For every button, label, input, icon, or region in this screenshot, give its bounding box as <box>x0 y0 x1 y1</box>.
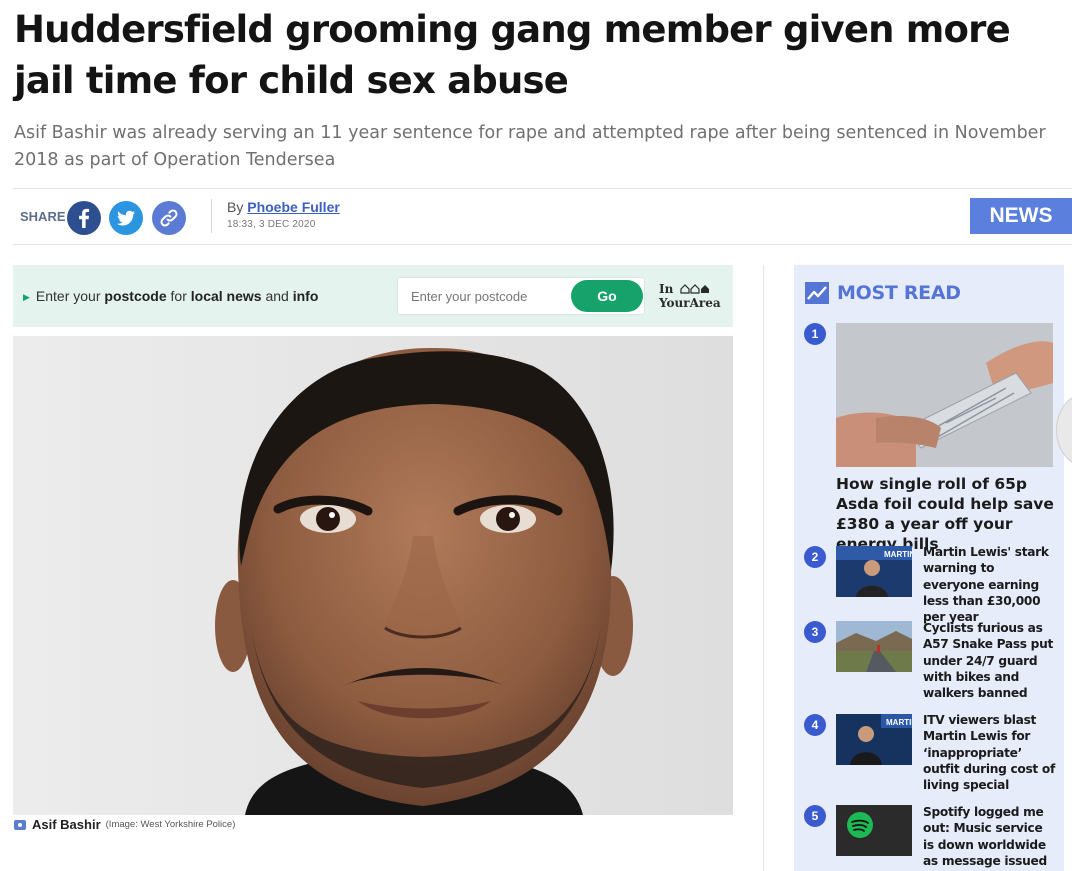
most-read-header: MOST READ <box>804 281 961 305</box>
link-icon <box>160 209 178 227</box>
postcode-prompt: ▶ Enter your postcode for local news and … <box>23 288 319 304</box>
rank-badge: 5 <box>804 805 826 827</box>
most-read-thumbnail[interactable]: MARTIN <box>836 546 912 597</box>
rank-badge: 2 <box>804 546 826 568</box>
camera-icon <box>14 819 26 830</box>
share-label: SHARE <box>20 209 66 224</box>
tv-presenter-photo: MARTIN <box>836 546 912 597</box>
mountain-road-photo <box>836 621 912 672</box>
most-read-item-title[interactable]: Martin Lewis' stark warning to everyone … <box>923 544 1057 625</box>
most-read-panel: MOST READ 1 How single roll of 65p Asda … <box>794 265 1064 871</box>
most-read-title: MOST READ <box>837 282 961 304</box>
svg-text:MARTIN: MARTIN <box>884 550 912 559</box>
foil-photo <box>836 323 1053 467</box>
twitter-icon <box>117 210 135 226</box>
facebook-share-button[interactable] <box>67 201 101 235</box>
most-read-lead-image[interactable] <box>836 323 1053 467</box>
rank-badge: 4 <box>804 714 826 736</box>
trending-chart-icon <box>805 282 829 304</box>
article-headline: Huddersfield grooming gang member given … <box>14 8 1011 102</box>
publish-timestamp: 18:33, 3 DEC 2020 <box>227 219 316 230</box>
mugshot-photo <box>13 336 733 815</box>
triangle-right-icon: ▶ <box>23 292 30 302</box>
article-standfirst: Asif Bashir was already serving an 11 ye… <box>14 123 1046 170</box>
most-read-item-title[interactable]: ITV viewers blast Martin Lewis for ‘inap… <box>923 712 1057 793</box>
rank-badge: 1 <box>804 323 826 345</box>
image-caption: Asif Bashir (Image: West Yorkshire Polic… <box>14 817 235 832</box>
article-hero-image[interactable] <box>13 336 733 815</box>
most-read-item-title[interactable]: How single roll of 65p Asda foil could h… <box>836 474 1056 554</box>
byline: By Phoebe Fuller <box>227 199 340 215</box>
most-read-thumbnail[interactable] <box>836 621 912 672</box>
copy-link-button[interactable] <box>152 201 186 235</box>
most-read-item-title[interactable]: Spotify logged me out: Music service is … <box>923 804 1057 871</box>
twitter-share-button[interactable] <box>109 201 143 235</box>
postcode-form: Go <box>397 277 645 315</box>
image-credit: (Image: West Yorkshire Police) <box>105 819 236 830</box>
tv-presenter-photo: MARTIN <box>836 714 912 765</box>
author-link[interactable]: Phoebe Fuller <box>247 199 340 215</box>
houses-icon <box>679 284 709 294</box>
section-badge-news[interactable]: NEWS <box>970 198 1072 234</box>
most-read-thumbnail[interactable] <box>836 805 912 856</box>
spotify-phone-photo <box>836 805 912 856</box>
inyourarea-logo[interactable]: In YourArea <box>659 282 721 310</box>
byline-prefix: By <box>227 199 244 215</box>
rank-badge: 3 <box>804 621 826 643</box>
postcode-go-button[interactable]: Go <box>571 280 643 312</box>
postcode-widget: ▶ Enter your postcode for local news and … <box>13 265 733 327</box>
svg-text:MARTIN: MARTIN <box>886 718 912 727</box>
article-meta-bar: SHARE By Phoebe Fuller 18:33, 3 DEC 2020… <box>13 188 1072 245</box>
most-read-thumbnail[interactable]: MARTIN <box>836 714 912 765</box>
most-read-item-title[interactable]: Cyclists furious as A57 Snake Pass put u… <box>923 620 1057 701</box>
meta-divider <box>211 199 212 233</box>
postcode-input[interactable] <box>398 278 570 314</box>
facebook-icon <box>79 208 90 228</box>
column-divider <box>763 265 764 871</box>
